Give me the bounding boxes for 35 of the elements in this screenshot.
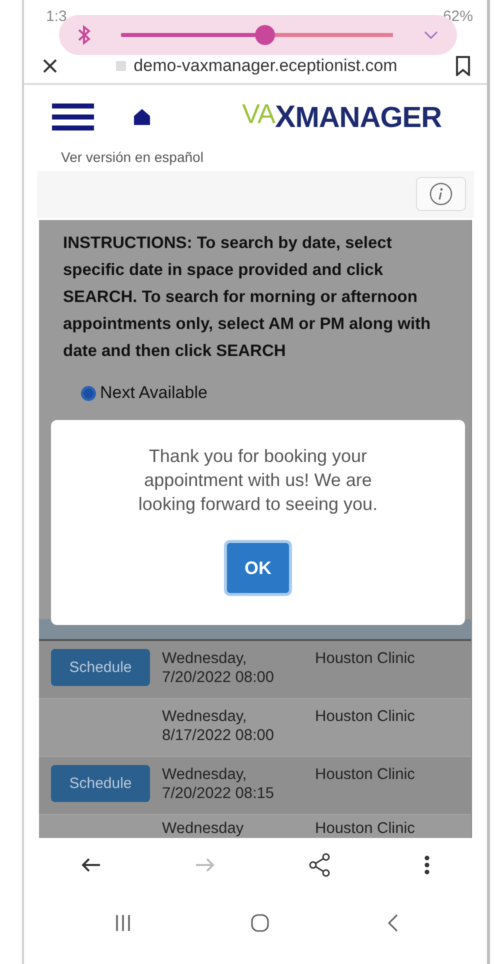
status-time: 1:3 bbox=[46, 8, 67, 25]
info-button[interactable] bbox=[416, 177, 466, 212]
radio-label: Next Available bbox=[100, 383, 208, 404]
back-nav-icon[interactable] bbox=[388, 914, 398, 932]
recent-apps-icon[interactable] bbox=[114, 915, 132, 932]
site-icon bbox=[116, 60, 126, 71]
schedule-button[interactable]: Schedule bbox=[51, 764, 150, 802]
info-icon bbox=[429, 182, 453, 206]
close-icon[interactable] bbox=[42, 58, 58, 74]
ok-button[interactable]: OK bbox=[224, 540, 292, 596]
home-icon[interactable] bbox=[134, 109, 150, 126]
share-icon[interactable] bbox=[308, 853, 330, 878]
logo: VAXMANAGER bbox=[242, 99, 442, 136]
menu-icon[interactable] bbox=[52, 103, 94, 132]
table-cell: Houston Clinic bbox=[315, 818, 415, 838]
bookmark-icon[interactable] bbox=[454, 56, 471, 76]
table-cell-text: Houston Clinic bbox=[315, 648, 415, 669]
back-icon[interactable] bbox=[80, 857, 101, 874]
bluetooth-icon bbox=[77, 25, 91, 45]
table-cell-text: Wednesday, 7/20/2022 08:15 bbox=[162, 764, 276, 804]
schedule-button[interactable]: Schedule bbox=[51, 648, 150, 686]
slider-thumb[interactable] bbox=[255, 25, 276, 45]
table-cell-text: Houston Clinic bbox=[315, 706, 415, 727]
table-cell-text: Wednesday, 8/17/2022 08:00 bbox=[162, 706, 276, 746]
table-cell-text: Wednesday, 7/20/2022 08:00 bbox=[162, 648, 276, 688]
language-link[interactable]: Ver versión en español bbox=[61, 148, 204, 165]
home-button-icon[interactable] bbox=[250, 914, 268, 932]
radio-button[interactable] bbox=[81, 386, 96, 401]
more-icon[interactable] bbox=[424, 855, 430, 876]
chevron-down-icon[interactable] bbox=[423, 30, 439, 40]
instructions-text: INSTRUCTIONS: To search by date, select specific date in space provided and click SEARCH. To search for morning or afternoon appointments only, select AM or PM along with date and then click SEARCH bbox=[62, 233, 432, 362]
dialog-message: Thank you for booking your appointment with us! We are looking forward to seeing you. bbox=[137, 445, 379, 516]
page-url[interactable]: demo-vaxmanager.eceptionist.com bbox=[134, 56, 398, 76]
table-cell-text: Houston Clinic bbox=[315, 764, 415, 785]
table-cell-text: Wednesday bbox=[162, 818, 245, 838]
